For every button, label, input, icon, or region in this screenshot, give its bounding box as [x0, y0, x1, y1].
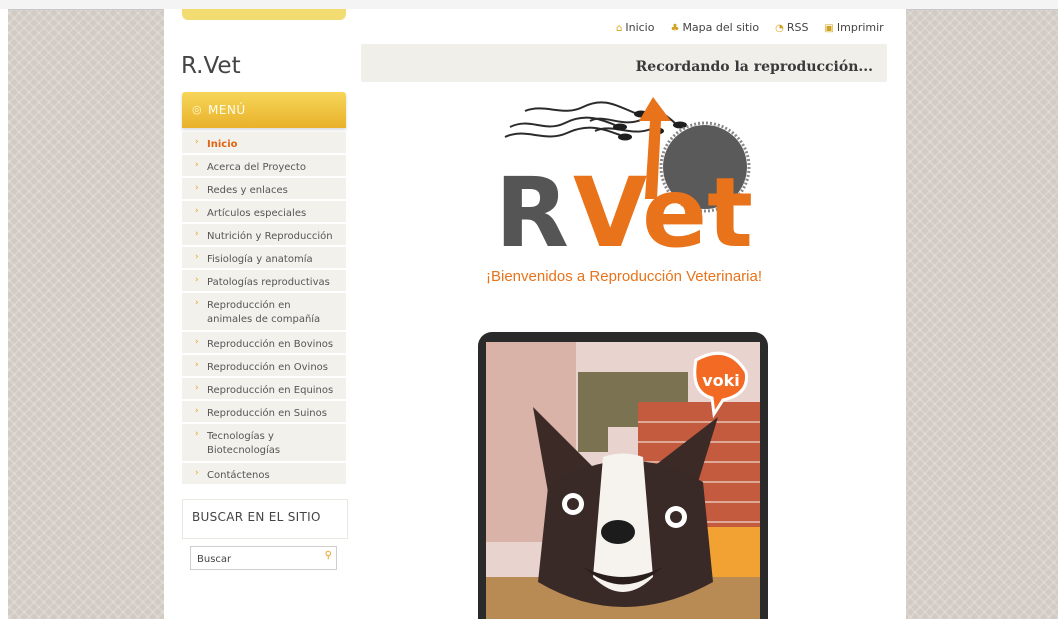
chevron-right-icon: › [195, 252, 199, 262]
site-title[interactable]: R.Vet [181, 53, 241, 79]
chevron-right-icon: › [195, 360, 199, 370]
chevron-right-icon: › [195, 206, 199, 216]
voki-scene: voki [486, 342, 760, 619]
search-icon[interactable]: ⚲ [325, 550, 332, 561]
top-links: ⌂ Inicio ♣ Mapa del sitio ◔ RSS ▣ Imprimir [616, 21, 900, 34]
voki-badge-label: voki [702, 371, 740, 390]
sidebar-item-articulos[interactable]: › Artículos especiales [182, 201, 346, 224]
sitemap-icon: ♣ [670, 23, 680, 34]
sidebar-item-fisiologia[interactable]: › Fisiología y anatomía [182, 247, 346, 270]
search-heading: BUSCAR EN EL SITIO [192, 510, 321, 524]
chevron-right-icon: › [195, 160, 199, 170]
top-yellow-tab [182, 9, 346, 20]
print-icon: ▣ [824, 23, 834, 34]
sidebar-item-companias[interactable]: › Reproducción en animales de compañía [182, 293, 346, 332]
voki-widget[interactable]: voki [478, 332, 768, 619]
sidebar-item-bovinos[interactable]: › Reproducción en Bovinos [182, 332, 346, 355]
sidebar-item-tecnologias[interactable]: › Tecnologías y Biotecnologías [182, 424, 346, 463]
sidebar-item-acerca[interactable]: › Acerca del Proyecto [182, 155, 346, 178]
sidebar-item-contactenos[interactable]: › Contáctenos [182, 463, 346, 486]
home-icon: ⌂ [616, 23, 623, 34]
chevron-right-icon: › [195, 137, 199, 147]
left-frame-strip [0, 9, 8, 619]
sidebar-menu: › Inicio › Acerca del Proyecto › Redes y en… [182, 132, 346, 486]
sidebar-item-suinos[interactable]: › Reproducción en Suinos [182, 401, 346, 424]
logo-letters-vet: Vet [573, 157, 753, 254]
chevron-right-icon: › [195, 183, 199, 193]
chevron-right-icon: › [195, 468, 199, 478]
top-link-print[interactable]: ▣ Imprimir [824, 21, 883, 34]
page-header-title: Recordando la reproducción... [635, 59, 873, 75]
page-header-bar: Recordando la reproducción... [361, 44, 887, 82]
sidebar-item-redes[interactable]: › Redes y enlaces [182, 178, 346, 201]
top-link-sitemap[interactable]: ♣ Mapa del sitio [670, 21, 759, 34]
sidebar-item-equinos[interactable]: › Reproducción en Equinos [182, 378, 346, 401]
rss-icon: ◔ [775, 23, 784, 34]
menu-heading: ◎ MENÚ [182, 92, 346, 128]
search-field: ⚲ [190, 546, 337, 570]
sidebar-item-inicio[interactable]: › Inicio [182, 132, 346, 155]
top-link-rss[interactable]: ◔ RSS [775, 21, 808, 34]
top-link-home[interactable]: ⌂ Inicio [616, 21, 654, 34]
sidebar-item-nutricion[interactable]: › Nutrición y Reproducción [182, 224, 346, 247]
welcome-heading: ¡Bienvenidos a Reproducción Veterinaria! [486, 268, 762, 285]
menu-heading-label: MENÚ [208, 103, 246, 117]
chevron-right-icon: › [195, 275, 199, 285]
search-input[interactable] [191, 549, 315, 570]
chevron-right-icon: › [195, 298, 199, 308]
chevron-right-icon: › [195, 429, 199, 439]
menu-circle-icon: ◎ [192, 103, 202, 116]
chevron-right-icon: › [195, 406, 199, 416]
chevron-right-icon: › [195, 337, 199, 347]
logo-letter-r: R [495, 157, 569, 254]
chevron-right-icon: › [195, 383, 199, 393]
chevron-right-icon: › [195, 229, 199, 239]
sidebar-item-ovinos[interactable]: › Reproducción en Ovinos [182, 355, 346, 378]
rvet-logo: R Vet [495, 97, 753, 254]
sidebar-item-patologias[interactable]: › Patologías reproductivas [182, 270, 346, 293]
search-panel: BUSCAR EN EL SITIO [182, 499, 348, 539]
